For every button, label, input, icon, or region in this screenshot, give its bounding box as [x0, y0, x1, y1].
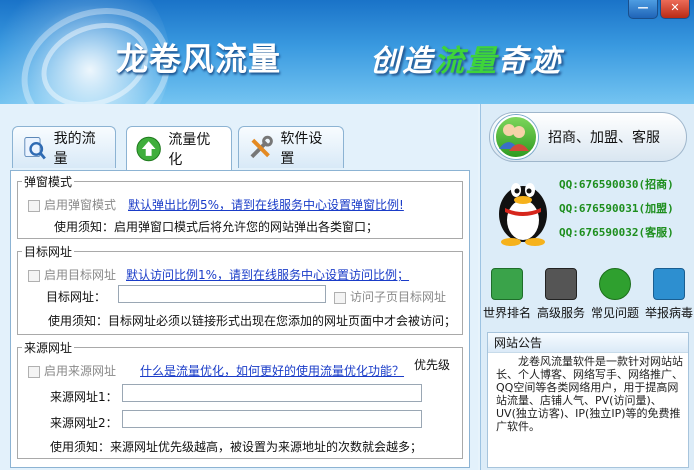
world-rank-icon — [491, 268, 523, 300]
tab-traffic-optimize[interactable]: 流量优化 — [126, 126, 232, 171]
popup-mode-checkbox[interactable]: 启用弹窗模式 — [28, 196, 116, 213]
tab-label: 我的流量 — [53, 130, 96, 167]
checkbox-label: 启用弹窗模式 — [44, 198, 117, 212]
tools-icon — [250, 135, 273, 158]
popup-mode-group: 弹窗模式 启用弹窗模式 默认弹出比例5%，请到在线服务中心设置弹窗比例! 使用须… — [17, 173, 463, 239]
group-legend: 目标网址 — [24, 245, 73, 259]
advanced-service-icon — [545, 268, 577, 300]
popup-ratio-link[interactable]: 默认弹出比例5%，请到在线服务中心设置弹窗比例! — [128, 196, 404, 213]
target-url-note: 使用须知：目标网址必须以链接形式出现在您添加的网址页面中才会被访问； — [48, 314, 457, 328]
target-url-group: 目标网址 启用目标网址 默认访问比例1%，请到在线服务中心设置访问比例； 目标网… — [17, 243, 463, 335]
priority-label: 优先级 — [414, 358, 451, 372]
sidebar: 招商、加盟、客服 QQ:676590030(招商) QQ:676590031(加… — [480, 104, 694, 470]
target-url-input[interactable] — [118, 285, 326, 303]
notice-text: 龙卷风流量软件是一款针对网站站长、个人博客、网络写手、网络推广、QQ空间等各类网… — [496, 355, 683, 433]
qq-line-1[interactable]: QQ:676590030(招商) — [559, 176, 674, 192]
optimize-help-link[interactable]: 什么是流量优化，如何更好的使用流量优化功能？ — [140, 362, 404, 379]
main-area: 我的流量 流量优化 软件设置 弹窗模式 启用弹窗模式 默认弹出比例5%，请到在线… — [0, 104, 478, 470]
report-virus-icon — [653, 268, 685, 300]
quick-link-label: 世界排名 — [482, 306, 531, 320]
search-doc-icon — [24, 136, 46, 159]
tab-my-traffic[interactable]: 我的流量 — [12, 126, 116, 168]
group-legend: 弹窗模式 — [24, 175, 73, 189]
source-url1-input[interactable] — [122, 384, 422, 402]
arrow-up-circle-icon — [136, 136, 161, 162]
window-controls: — ✕ — [628, 0, 690, 19]
source-url2-label: 来源网址2： — [50, 416, 118, 430]
source-url1-label: 来源网址1： — [50, 390, 118, 404]
quick-link-label: 常见问题 — [590, 306, 639, 320]
quick-link-label: 举报病毒 — [644, 306, 693, 320]
source-url-group: 来源网址 启用来源网址 什么是流量优化，如何更好的使用流量优化功能？ 优先级 来… — [17, 339, 463, 459]
contact-button-label: 招商、加盟、客服 — [548, 130, 660, 146]
close-button[interactable]: ✕ — [660, 0, 690, 19]
qq-line-3[interactable]: QQ:676590032(客服) — [559, 224, 674, 240]
report-virus-button[interactable]: 举报病毒 — [643, 268, 694, 321]
checkbox-box[interactable] — [28, 269, 40, 282]
world-rank-button[interactable]: 世界排名 — [481, 268, 533, 321]
minimize-button[interactable]: — — [628, 0, 658, 19]
qq-line-2[interactable]: QQ:676590031(加盟) — [559, 200, 674, 216]
checkbox-label: 启用目标网址 — [44, 268, 117, 282]
checkbox-box[interactable] — [28, 365, 40, 378]
contact-button[interactable]: 招商、加盟、客服 — [489, 112, 687, 162]
source-url2-input[interactable] — [122, 410, 422, 428]
faq-icon — [599, 268, 631, 300]
tab-label: 软件设置 — [280, 130, 323, 167]
checkbox-box[interactable] — [28, 199, 40, 212]
header-banner: 龙卷风流量 创造流量奇迹 — ✕ — [0, 0, 694, 104]
visit-ratio-link[interactable]: 默认访问比例1%，请到在线服务中心设置访问比例； — [126, 266, 409, 283]
app-title: 龙卷风流量 — [116, 40, 282, 78]
subpage-checkbox[interactable]: 访问子页目标网址 — [334, 288, 446, 305]
popup-note: 使用须知：启用弹窗口模式后将允许您的网站弹出各类窗口； — [54, 220, 379, 234]
source-url-note: 使用须知：来源网址优先级越高，被设置为来源地址的次数就会越多； — [50, 440, 423, 454]
tab-panel: 弹窗模式 启用弹窗模式 默认弹出比例5%，请到在线服务中心设置弹窗比例! 使用须… — [10, 170, 470, 468]
slogan-highlight: 流量 — [434, 44, 498, 79]
slogan-part1: 创造 — [370, 44, 434, 79]
qq-penguin-icon — [499, 183, 547, 246]
notice-title: 网站公告 — [488, 333, 688, 353]
customer-service-icon — [494, 115, 538, 159]
tab-label: 流量优化 — [168, 132, 211, 168]
checkbox-label: 访问子页目标网址 — [350, 290, 447, 304]
slogan: 创造流量奇迹 — [370, 36, 562, 80]
group-legend: 来源网址 — [24, 341, 73, 355]
target-url-checkbox[interactable]: 启用目标网址 — [28, 266, 116, 283]
source-url-checkbox[interactable]: 启用来源网址 — [28, 362, 116, 379]
quick-link-label: 高级服务 — [536, 306, 585, 320]
quick-links: 世界排名 高级服务 常见问题 举报病毒 — [481, 268, 694, 326]
checkbox-label: 启用来源网址 — [44, 364, 117, 378]
slogan-part2: 奇迹 — [498, 44, 562, 79]
notice-board: 网站公告 龙卷风流量软件是一款针对网站站长、个人博客、网络写手、网络推广、QQ空… — [487, 332, 689, 468]
target-url-label: 目标网址： — [46, 290, 107, 304]
tab-software-settings[interactable]: 软件设置 — [238, 126, 344, 168]
checkbox-box[interactable] — [334, 291, 346, 304]
faq-button[interactable]: 常见问题 — [589, 268, 641, 321]
advanced-service-button[interactable]: 高级服务 — [535, 268, 587, 321]
